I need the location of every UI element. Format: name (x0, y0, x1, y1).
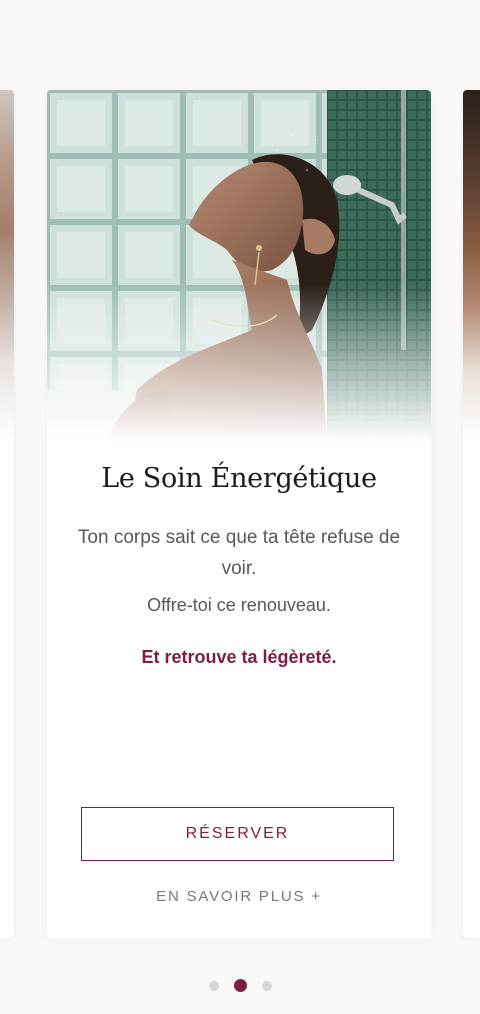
hero-image (47, 90, 431, 442)
card-description: Ton corps sait ce que ta tête refuse de … (77, 527, 401, 579)
next-card-peek[interactable] (463, 90, 480, 938)
learn-more-link[interactable]: EN SAVOIR PLUS + (47, 888, 431, 905)
carousel-dot-1[interactable] (208, 980, 219, 991)
service-card: Le Soin Énergétique Ton corps sait ce qu… (47, 90, 431, 938)
card-offer: Offre-toi ce renouveau. (147, 595, 331, 615)
previous-card-peek[interactable] (0, 90, 14, 938)
carousel-dot-2-active[interactable] (233, 979, 247, 992)
carousel-pagination (0, 979, 480, 992)
card-title: Le Soin Énergétique (101, 463, 377, 494)
page: Le Soin Énergétique Ton corps sait ce qu… (0, 0, 480, 1014)
card-tagline: Et retrouve ta légèreté. (141, 647, 337, 667)
previous-card-image (0, 90, 14, 440)
carousel-dot-3[interactable] (261, 980, 272, 991)
reserve-button[interactable]: RÉSERVER (81, 807, 394, 861)
next-card-image (463, 90, 480, 440)
